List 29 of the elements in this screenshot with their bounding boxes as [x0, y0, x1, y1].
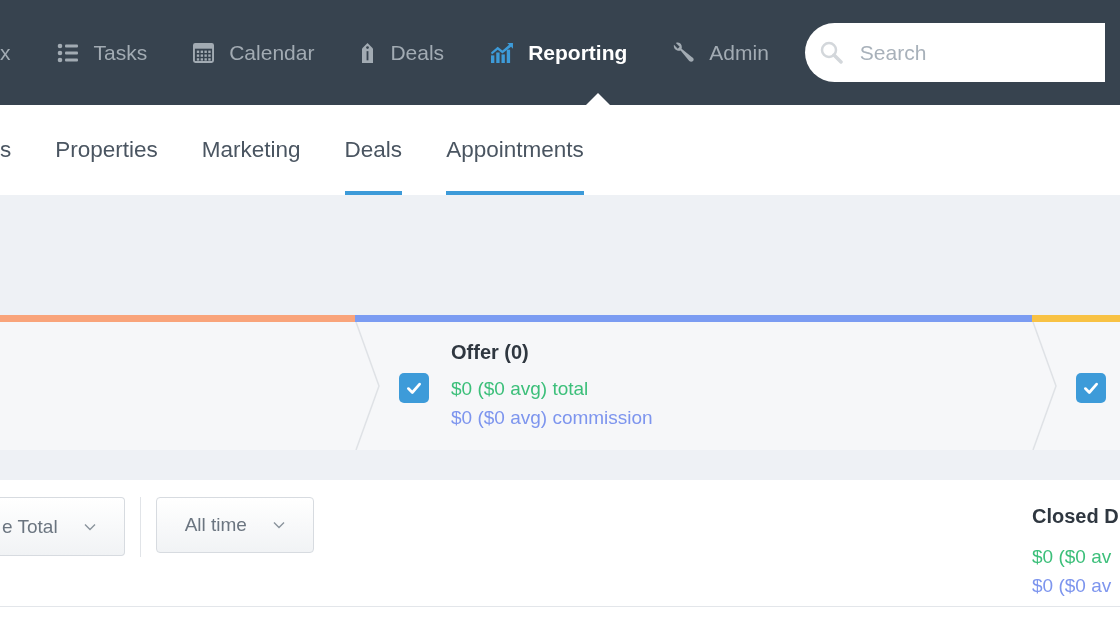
total-text: $0 ($0 avg) total [451, 376, 590, 401]
price-tag-icon [360, 41, 376, 64]
nav-item[interactable]: Deals [360, 40, 445, 65]
wrench-icon [673, 42, 695, 63]
sub-tab[interactable]: s [0, 105, 12, 195]
chevron-down-icon [272, 521, 285, 529]
sub-tab[interactable]: Marketing [201, 105, 301, 195]
search-icon [818, 40, 843, 64]
total-text: $0 ($0 av [1032, 545, 1113, 569]
summary-title: Closed D [1032, 505, 1120, 528]
calendar-icon [193, 42, 215, 63]
commission-text: $0 ($0 av [1032, 574, 1113, 598]
nav-item[interactable]: x [0, 40, 11, 65]
nav-item[interactable]: Admin [673, 40, 769, 65]
dropdown-button[interactable]: All time [155, 497, 314, 553]
stage-title: Offer (0) [451, 340, 530, 364]
list-icon [56, 42, 79, 63]
dropdown-button[interactable]: e Total [0, 497, 125, 556]
checkbox[interactable] [1076, 373, 1106, 403]
pointer-notch [586, 93, 610, 105]
nav-item[interactable]: Calendar [193, 40, 315, 65]
chevron-down-icon [83, 522, 96, 531]
nav-item[interactable]: Reporting [490, 40, 628, 65]
bar-chart-icon [490, 42, 514, 63]
sub-tab[interactable]: Properties [55, 105, 158, 195]
checkbox[interactable] [399, 373, 429, 403]
search-field[interactable]: Search [804, 23, 1105, 82]
nav-item[interactable]: Tasks [56, 40, 148, 65]
commission-text: $0 ($0 avg) commission [451, 405, 653, 430]
